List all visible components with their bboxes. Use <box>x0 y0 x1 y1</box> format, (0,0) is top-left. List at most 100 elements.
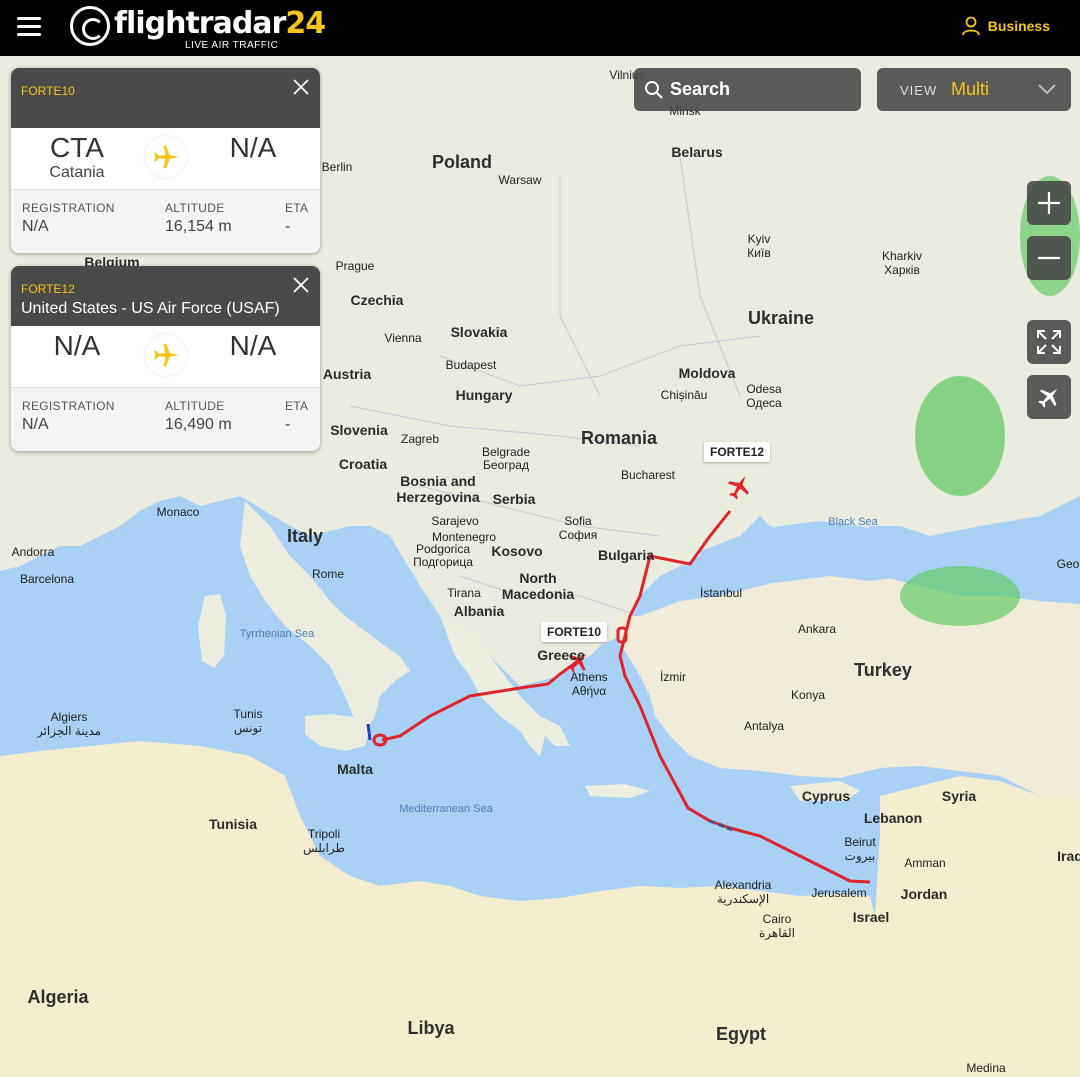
label-tirana: Tirana <box>447 586 481 600</box>
flightradar-app: FORTE10 FORTE12 Poland Belarus Ukraine C… <box>0 0 1080 1077</box>
label-kharkiv: Kharkiv <box>881 249 923 263</box>
label-barcelona: Barcelona <box>19 572 75 586</box>
fullscreen-button[interactable] <box>1027 320 1071 364</box>
label-israel: Israel <box>852 909 890 925</box>
label-ankara: Ankara <box>797 622 837 636</box>
zoom-in-button[interactable] <box>1027 181 1071 225</box>
label-albania: Albania <box>453 603 505 619</box>
label-serbia: Serbia <box>492 491 536 507</box>
label-greece: Greece <box>537 647 585 663</box>
label-poland: Poland <box>431 152 493 172</box>
label-zagreb: Zagreb <box>400 432 440 446</box>
label-sofia: Sofia <box>564 514 592 528</box>
label-konya: Konya <box>790 688 826 702</box>
search-box[interactable] <box>634 68 861 111</box>
label-italy: Italy <box>286 526 324 546</box>
label-berlin: Berlin <box>321 160 353 174</box>
label-monaco: Monaco <box>156 505 200 519</box>
user-icon <box>961 16 980 36</box>
label-prague: Prague <box>335 259 375 273</box>
forte12-aircraft-icon[interactable] <box>724 472 754 502</box>
label-hungary: Hungary <box>455 387 513 403</box>
label-tunis-local: تونس <box>233 721 263 735</box>
label-czechia: Czechia <box>350 292 404 308</box>
business-button[interactable]: Business <box>961 16 1050 36</box>
label-cairo: Cairo <box>762 912 792 926</box>
search-icon <box>645 80 663 99</box>
flight-panel-forte12[interactable]: FORTE12 United States - US Air Force (US… <box>11 266 320 451</box>
flight-route: N/A N/A <box>11 326 320 388</box>
label-kyiv: Kyiv <box>747 232 771 246</box>
label-warsaw: Warsaw <box>498 173 542 187</box>
close-icon[interactable] <box>292 276 310 294</box>
label-georgia: Geo <box>1056 557 1080 571</box>
label-medina: Medina <box>966 1061 1006 1075</box>
label-malta: Malta <box>337 761 373 777</box>
label-izmir: İzmir <box>660 670 686 684</box>
label-algeria: Algeria <box>27 987 89 1007</box>
label-bucharest: Bucharest <box>620 468 676 482</box>
label-romania: Romania <box>580 428 658 448</box>
label-alexandria-local: الإسكندرية <box>716 892 770 906</box>
aircraft-filter-button[interactable] <box>1027 375 1071 419</box>
label-tripoli: Tripoli <box>307 827 341 841</box>
eta-label: ETA <box>285 399 309 413</box>
altitude-value: 16,154 m <box>165 218 232 235</box>
label-cairo-local: القاهرة <box>759 926 795 940</box>
flight-callsign: FORTE12 <box>21 282 75 296</box>
brand-number: 24 <box>285 6 326 41</box>
forte12-map-label[interactable]: FORTE12 <box>704 442 771 462</box>
registration-value: N/A <box>22 218 49 235</box>
brand-tagline: LIVE AIR TRAFFIC <box>185 40 279 51</box>
search-input[interactable] <box>670 79 850 100</box>
route-origin-code: N/A <box>53 330 101 361</box>
zoom-out-button[interactable] <box>1027 236 1071 280</box>
route-airplane-icon <box>145 334 187 376</box>
label-sofia-local: София <box>558 528 598 542</box>
label-algiers-local: مدينة الجزائر <box>36 724 102 738</box>
label-podgorica: Podgorica <box>415 542 471 556</box>
plus-icon <box>1038 192 1060 214</box>
label-athens-local: Αθήνα <box>571 684 607 698</box>
label-odesa-local: Одеса <box>746 396 782 410</box>
label-algiers: Algiers <box>50 710 88 724</box>
label-chisinau: Chișinău <box>660 388 708 402</box>
altitude-value: 16,490 m <box>165 416 232 433</box>
label-belarus: Belarus <box>671 144 723 160</box>
label-andorra: Andorra <box>11 545 55 559</box>
label-alexandria: Alexandria <box>714 878 772 892</box>
label-tripoli-local: طرابلس <box>302 841 346 855</box>
flightradar24-logo[interactable]: flightradar24 LIVE AIR TRAFFIC <box>70 4 326 52</box>
label-turkey: Turkey <box>854 660 912 680</box>
label-podgorica-local: Подгорица <box>413 555 473 569</box>
label-jerusalem: Jerusalem <box>811 886 867 900</box>
forte10-track <box>381 659 579 742</box>
label-rome: Rome <box>311 567 345 581</box>
business-label: Business <box>987 18 1050 34</box>
close-icon[interactable] <box>292 78 310 96</box>
flight-panel-header: FORTE10 <box>11 68 320 128</box>
eta-value: - <box>285 416 291 433</box>
label-cyprus: Cyprus <box>801 788 851 804</box>
top-bar: flightradar24 LIVE AIR TRAFFIC Business <box>0 0 1080 56</box>
view-selector[interactable]: VIEW Multi <box>877 68 1071 111</box>
radar-logo-icon <box>70 6 110 46</box>
label-lebanon: Lebanon <box>863 810 923 826</box>
forte10-map-label[interactable]: FORTE10 <box>541 622 608 642</box>
flight-callsign: FORTE10 <box>21 84 75 98</box>
label-croatia: Croatia <box>338 456 388 472</box>
route-airplane-icon <box>145 136 187 178</box>
label-belgrade-local: Београд <box>483 458 529 472</box>
flight-panel-forte10[interactable]: FORTE10 CTA Catania N/A REGISTRATION N/A… <box>11 68 320 253</box>
fullscreen-icon <box>1037 330 1061 354</box>
hamburger-menu-icon[interactable] <box>14 12 44 42</box>
label-odesa: Odesa <box>746 382 782 396</box>
label-sarajevo: Sarajevo <box>431 514 479 528</box>
label-istanbul: İstanbul <box>699 586 743 600</box>
label-slovakia: Slovakia <box>450 324 508 340</box>
label-black-sea: Black Sea <box>828 516 878 528</box>
label-antalya: Antalya <box>743 719 785 733</box>
label-austria: Austria <box>322 366 372 382</box>
airplane-icon <box>1038 388 1058 408</box>
view-label: VIEW <box>900 83 938 98</box>
